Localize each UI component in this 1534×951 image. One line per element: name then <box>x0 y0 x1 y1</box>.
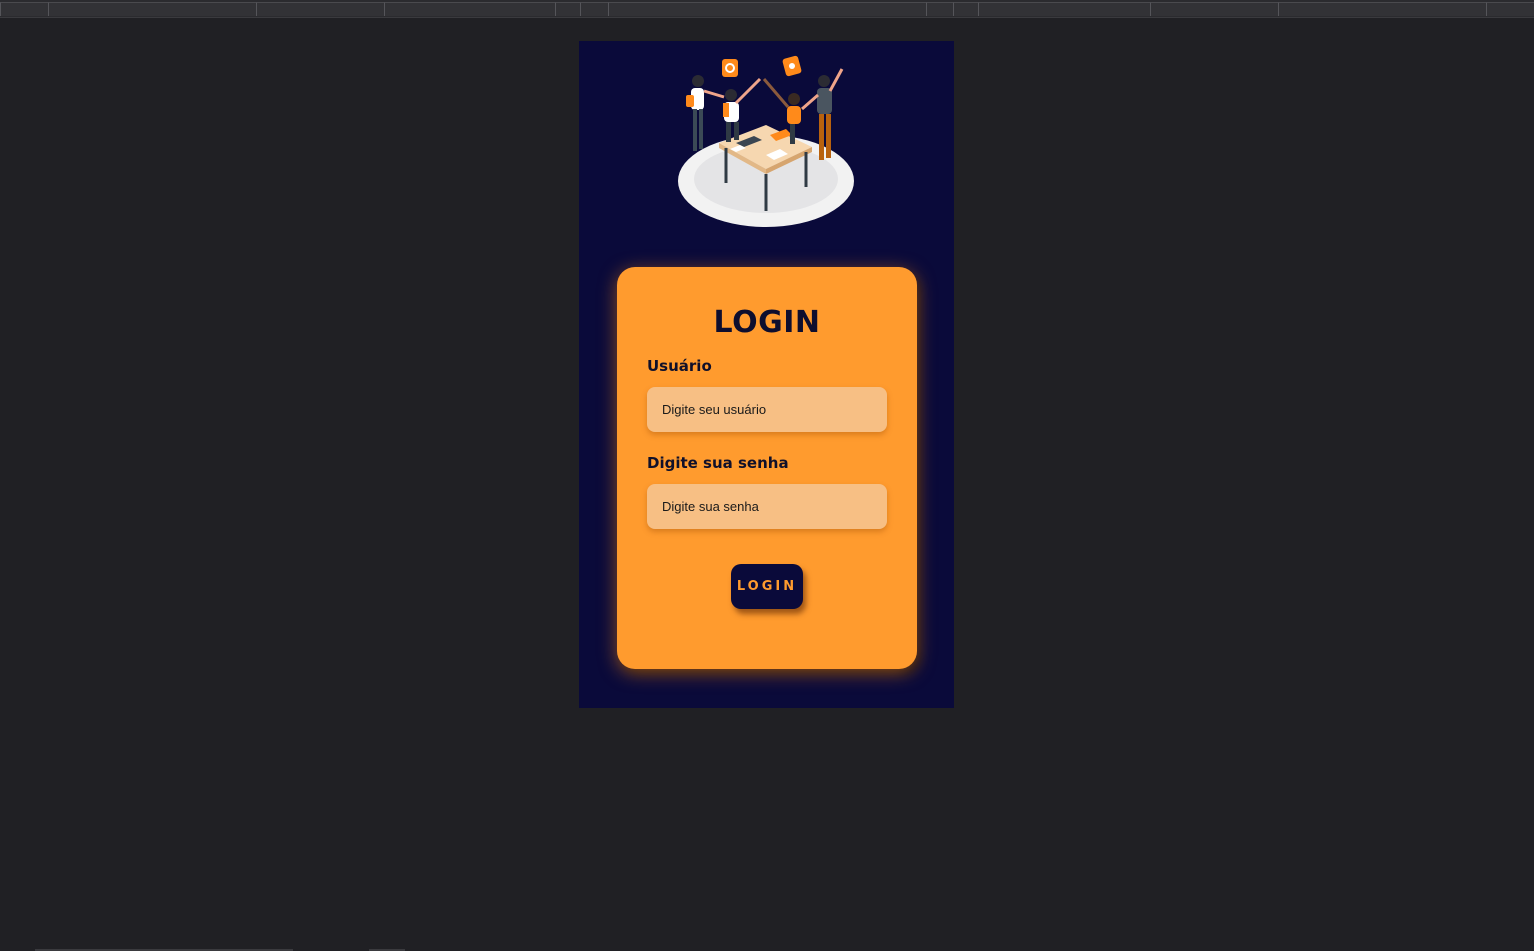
ruler-segment <box>1278 2 1486 16</box>
ruler-segment <box>555 2 580 16</box>
ruler-segment <box>256 2 384 16</box>
ruler-segment <box>608 2 926 16</box>
password-label: Digite sua senha <box>647 454 789 472</box>
ruler-segment <box>580 2 608 16</box>
team-high-five-illustration <box>678 55 854 227</box>
ruler-segment <box>953 2 978 16</box>
ruler-segment <box>1150 2 1278 16</box>
mobile-viewport: LOGIN Usuário Digite sua senha LOGIN <box>579 41 954 708</box>
ruler-segment <box>978 2 1150 16</box>
login-button[interactable]: LOGIN <box>731 564 803 609</box>
password-input[interactable] <box>647 484 887 529</box>
ruler-segment <box>384 2 555 16</box>
devtools-ruler <box>0 0 1534 18</box>
username-label: Usuário <box>647 357 712 375</box>
ruler-segment <box>1486 2 1534 16</box>
login-title: LOGIN <box>713 305 821 340</box>
ruler-segment <box>926 2 953 16</box>
username-input[interactable] <box>647 387 887 432</box>
ruler-segment <box>48 2 256 16</box>
login-card: LOGIN Usuário Digite sua senha LOGIN <box>617 267 917 669</box>
ruler-segment <box>0 2 48 16</box>
